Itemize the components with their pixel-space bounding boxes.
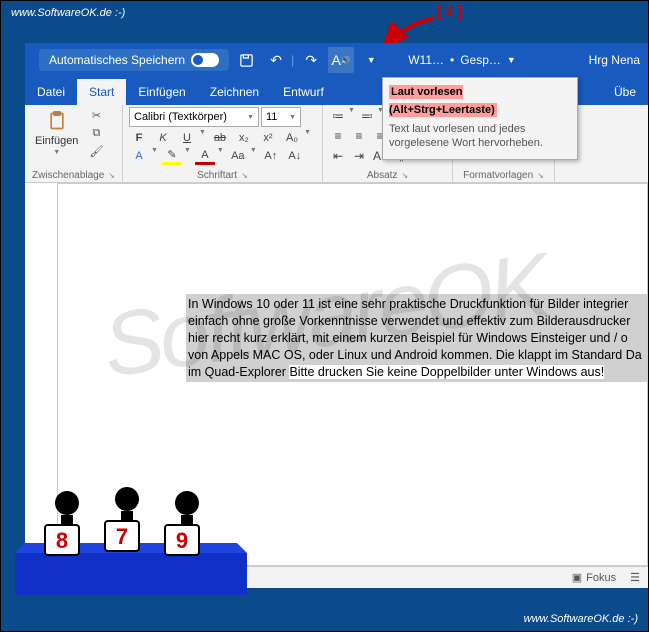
tab-einfuegen[interactable]: Einfügen (126, 79, 197, 105)
highlight-button[interactable]: ✎ (162, 147, 182, 165)
font-size-combo[interactable]: 11 ▼ (261, 107, 301, 127)
cut-icon[interactable]: ✂ (86, 107, 106, 123)
doc-line-3: hier recht kurz erklärt, mit einem kurze… (188, 331, 628, 345)
chevron-down-icon: ▼ (247, 114, 254, 121)
group-styles-label: Formatvorlagen (463, 170, 533, 181)
focus-label: Fokus (586, 572, 616, 584)
underline-button[interactable]: U (177, 129, 197, 147)
font-name-value: Calibri (Textkörper) (134, 111, 227, 123)
shrink-font-button[interactable]: A↓ (285, 147, 305, 165)
title-bar: Automatisches Speichern ↶ | ↷ A🔊 ▼ W11… … (25, 43, 648, 77)
read-aloud-icon[interactable]: A🔊 (328, 47, 354, 73)
paste-button[interactable]: Einfügen ▼ (31, 107, 82, 170)
numbering-button[interactable]: ≕ (358, 107, 376, 125)
bullets-button[interactable]: ≔ (329, 107, 347, 125)
redo-icon[interactable]: ↷ (298, 47, 324, 73)
clipboard-launcher-icon[interactable]: ↘ (108, 171, 115, 180)
doc-line-2: einfach ohne große Vorkenntnisse verwend… (188, 314, 630, 328)
chevron-down-icon[interactable]: ▼ (348, 107, 355, 125)
font-name-combo[interactable]: Calibri (Textkörper) ▼ (129, 107, 259, 127)
tab-zeichnen[interactable]: Zeichnen (198, 79, 271, 105)
doc-name: W11… (408, 53, 444, 67)
document-title[interactable]: W11… • Gesp… ▼ (408, 53, 516, 67)
doc-line-4: von Appels MAC OS, oder Linux und Androi… (188, 348, 642, 362)
save-icon[interactable] (233, 47, 259, 73)
grow-font-button[interactable]: A↑ (261, 147, 281, 165)
chevron-down-icon[interactable]: ▼ (184, 147, 191, 165)
chevron-down-icon[interactable]: ▼ (151, 147, 158, 165)
paste-label: Einfügen (35, 135, 78, 147)
dec-indent-button[interactable]: ⇤ (329, 147, 347, 165)
doc-line-5a: im Quad-Explorer (188, 365, 289, 379)
format-painter-icon[interactable]: 🖌 (86, 143, 106, 159)
chevron-down-icon[interactable]: ▼ (250, 147, 257, 165)
focus-icon: ▣ (572, 571, 582, 584)
tooltip-body: Text laut vorlesen und jedes vorgelesene… (389, 122, 571, 151)
subscript-button[interactable]: x₂ (234, 129, 254, 147)
toggle-switch[interactable] (191, 53, 219, 67)
autosave-label: Automatisches Speichern (49, 53, 185, 67)
para-launcher-icon[interactable]: ↘ (401, 171, 408, 180)
undo-icon[interactable]: ↶ (263, 47, 289, 73)
dot-icon: • (450, 53, 454, 67)
judge-score-1: 8 (56, 528, 68, 553)
chevron-down-icon[interactable]: ▼ (199, 129, 206, 147)
styles-launcher-icon[interactable]: ↘ (537, 171, 544, 180)
align-center-button[interactable]: ≡ (350, 127, 368, 145)
tab-datei[interactable]: Datei (25, 79, 77, 105)
inc-indent-button[interactable]: ⇥ (350, 147, 368, 165)
font-color-button[interactable]: A (195, 147, 215, 165)
group-clipboard: Einfügen ▼ ✂ ⧉ 🖌 Zwischenablage ↘ (25, 105, 123, 182)
view-print-icon[interactable]: ☰ (630, 571, 640, 584)
copy-icon[interactable]: ⧉ (86, 125, 106, 141)
font-size-value: 11 (266, 111, 277, 123)
strike-button[interactable]: ab (210, 129, 230, 147)
read-aloud-tooltip: Laut vorlesen (Alt+Strg+Leertaste) Text … (382, 77, 578, 160)
watermark-top: www.SoftwareOK.de :-) (11, 7, 125, 19)
judge-score-2: 7 (116, 524, 128, 549)
chevron-down-icon[interactable]: ▼ (217, 147, 224, 165)
judge-score-3: 9 (176, 528, 188, 553)
italic-button[interactable]: K (153, 129, 173, 147)
font-launcher-icon[interactable]: ↘ (241, 171, 248, 180)
tab-uebe[interactable]: Übe (602, 79, 648, 105)
text-effects-icon[interactable]: A (129, 147, 149, 165)
qat-customize-icon[interactable]: ▼ (358, 47, 384, 73)
doc-line-1: In Windows 10 oder 11 ist eine sehr prak… (188, 297, 628, 311)
paste-dropdown-icon[interactable]: ▼ (53, 149, 60, 156)
case-button[interactable]: Aa (228, 147, 248, 165)
bold-button[interactable]: F (129, 129, 149, 147)
paste-icon (46, 109, 68, 133)
doc-line-5b: Bitte drucken Sie keine Doppelbilder unt… (289, 365, 604, 379)
chevron-down-icon[interactable]: ▼ (304, 129, 311, 147)
selected-text[interactable]: In Windows 10 oder 11 ist eine sehr prak… (186, 294, 647, 382)
text-effects-button[interactable]: A₀ (282, 129, 302, 147)
align-left-button[interactable]: ≡ (329, 127, 347, 145)
autosave-toggle[interactable]: Automatisches Speichern (39, 49, 229, 71)
focus-mode-button[interactable]: ▣ Fokus (572, 571, 616, 584)
tab-entwurf[interactable]: Entwurf (271, 79, 336, 105)
tab-start[interactable]: Start (77, 79, 126, 105)
doc-saved: Gesp… (460, 53, 501, 67)
judges-cartoon: 8 7 9 (15, 473, 255, 603)
tooltip-title: Laut vorlesen (Alt+Strg+Leertaste) (389, 85, 497, 117)
user-name[interactable]: Hrg Nena (589, 53, 640, 67)
chevron-down-icon: ▼ (507, 55, 516, 65)
group-para-label: Absatz (367, 170, 398, 181)
watermark-bottom: www.SoftwareOK.de :-) (524, 613, 638, 625)
callout-2: [ 2 ] (437, 3, 462, 19)
group-clipboard-label: Zwischenablage (32, 170, 104, 181)
qat-separator: | (291, 53, 294, 67)
group-font-label: Schriftart (197, 170, 237, 181)
chevron-down-icon: ▼ (289, 114, 296, 121)
group-font: Calibri (Textkörper)▼ 11▼ F K U▼ ab x₂ x… (123, 105, 323, 182)
superscript-button[interactable]: x² (258, 129, 278, 147)
